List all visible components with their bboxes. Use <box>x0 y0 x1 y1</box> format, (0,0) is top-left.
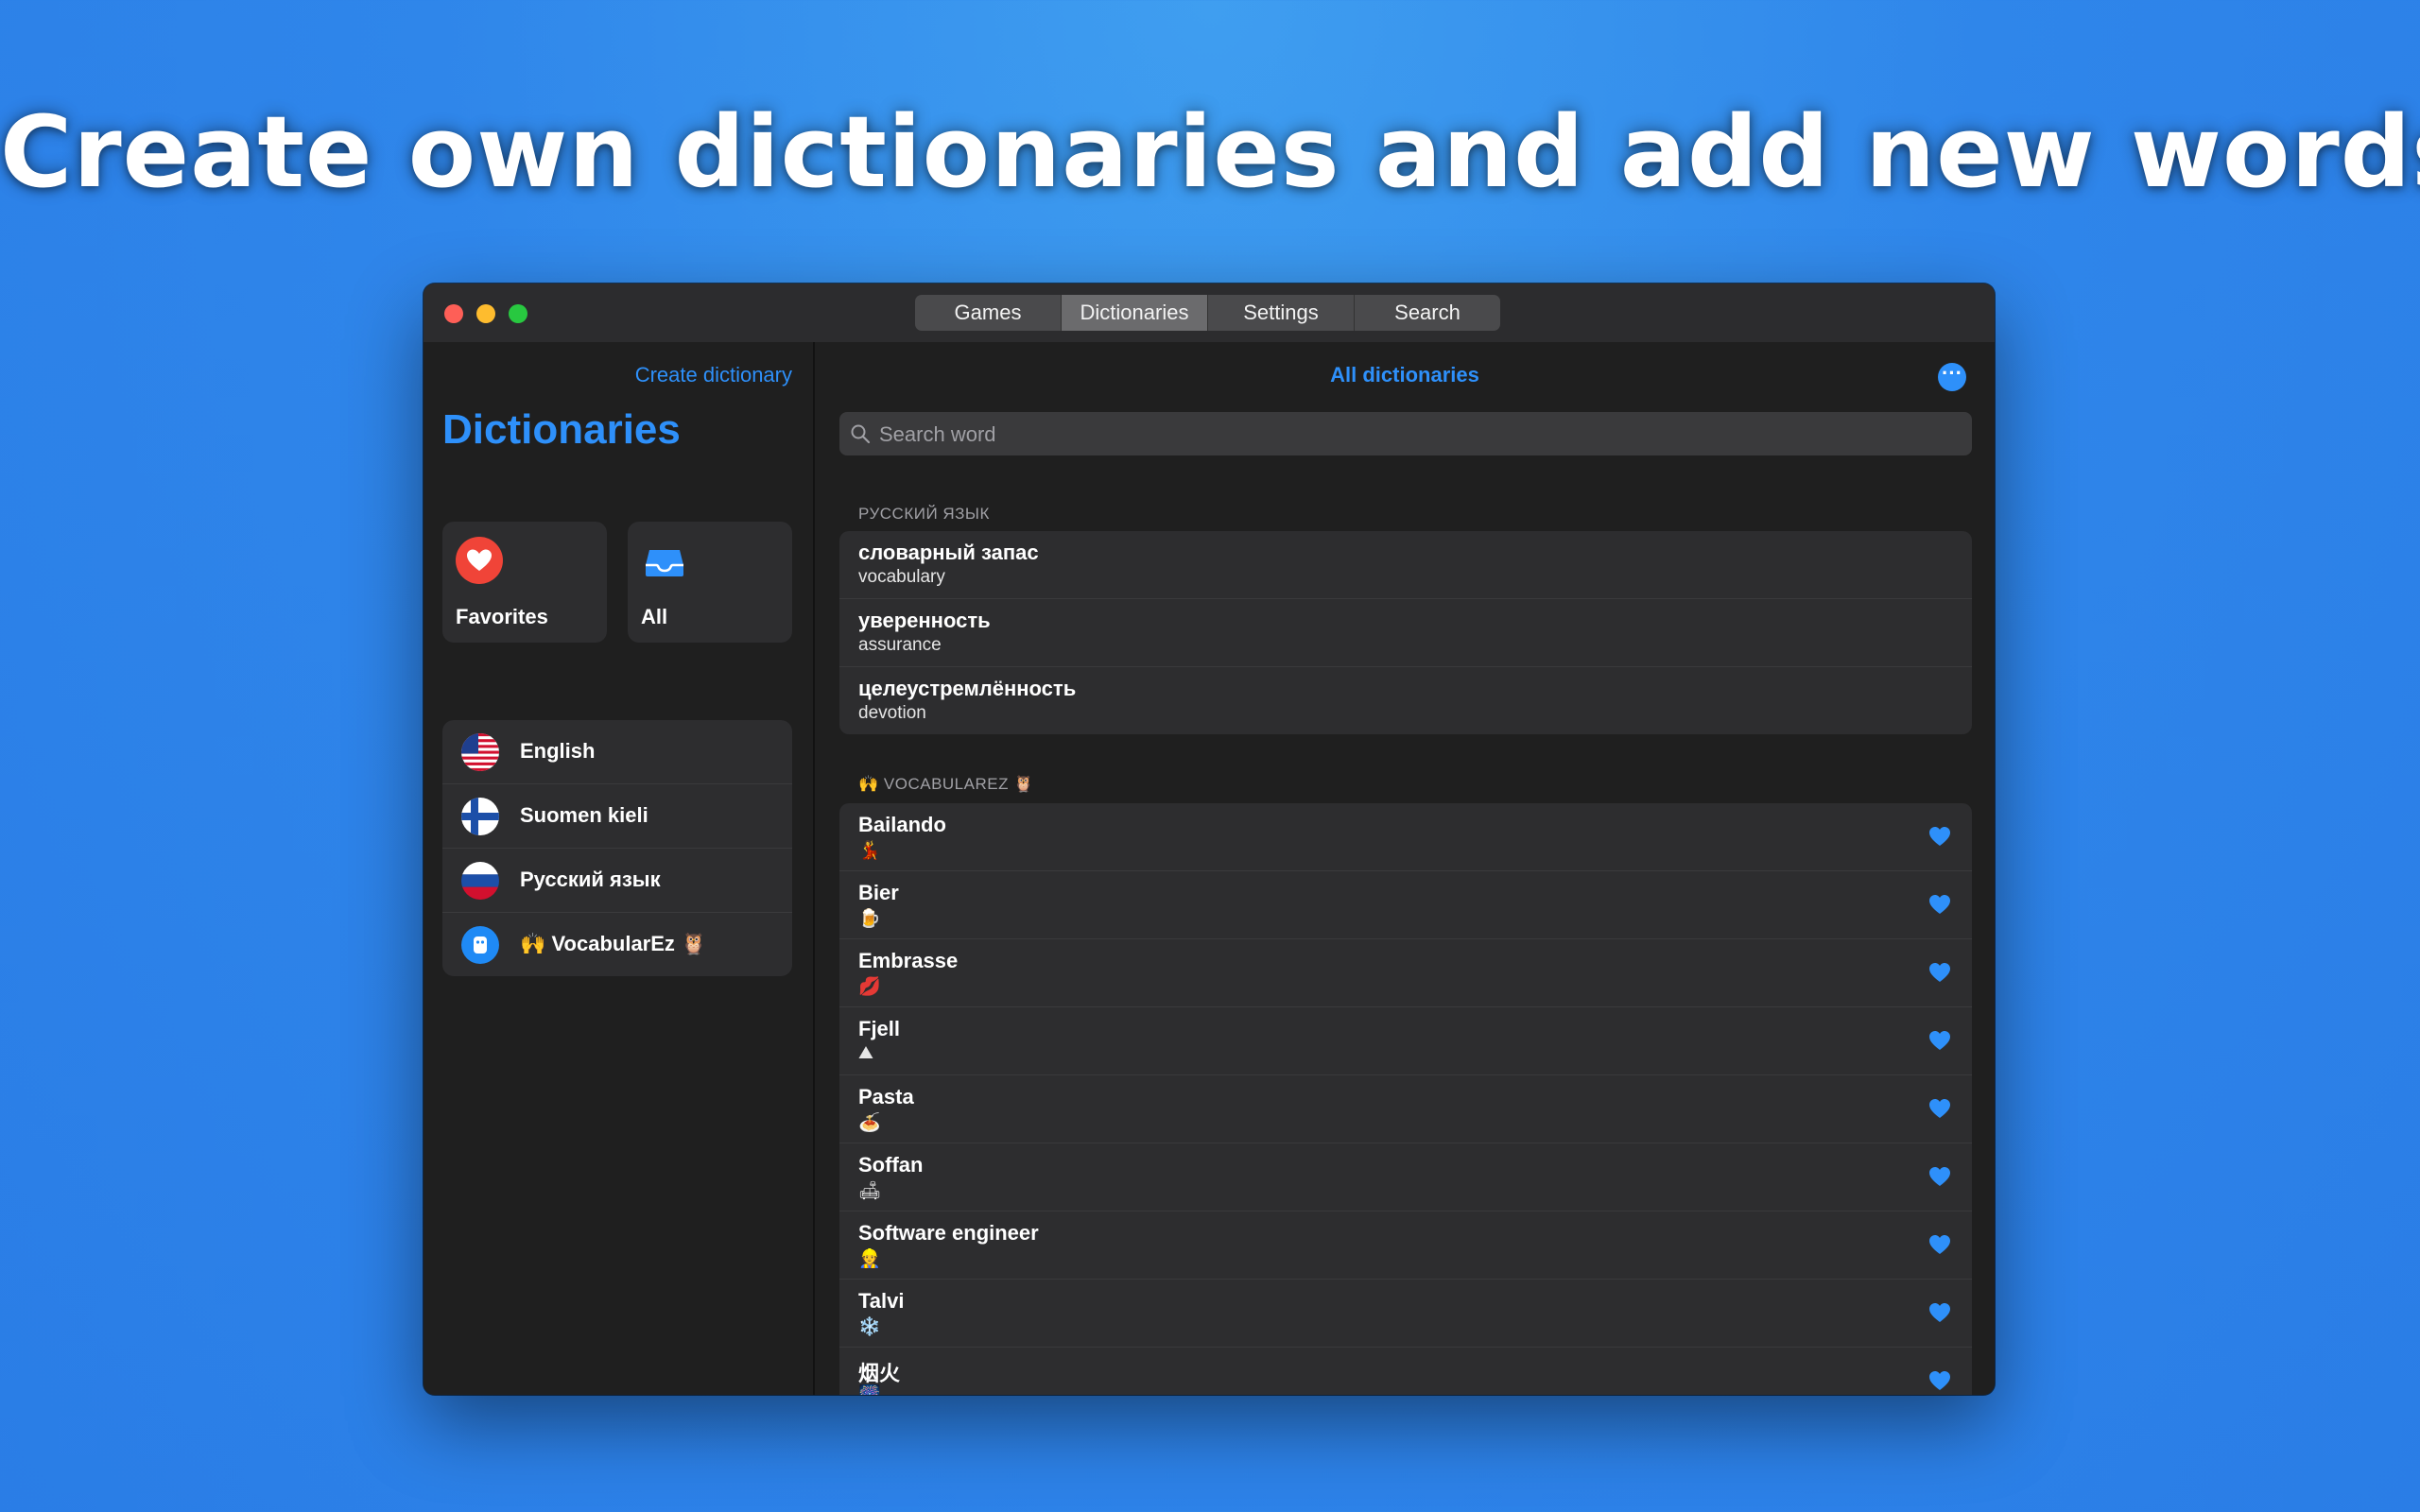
heart-icon[interactable] <box>1928 1302 1951 1323</box>
translation-text: 💋 <box>858 977 881 997</box>
translation-text: 🎆 <box>858 1383 881 1395</box>
titlebar: Games Dictionaries Settings Search <box>424 284 1995 343</box>
word-text: Bailando <box>858 813 946 836</box>
word-text: словарный запас <box>858 541 1039 564</box>
section-header-vocabularez: 🙌 VOCABULAREZ 🦉 <box>858 775 1034 793</box>
sidebar-item-english[interactable]: English <box>442 720 792 784</box>
us-flag-icon <box>461 733 499 771</box>
word-text: уверенность <box>858 609 991 632</box>
word-text: Fjell <box>858 1017 901 1040</box>
word-text: целеустремлённость <box>858 677 1077 700</box>
translation-text: assurance <box>858 635 942 655</box>
favorites-card[interactable]: Favorites <box>442 522 607 643</box>
russia-flag-icon <box>461 862 499 900</box>
heart-icon[interactable] <box>1928 1030 1951 1051</box>
heart-icon[interactable] <box>1928 1166 1951 1187</box>
favorites-label: Favorites <box>456 605 548 628</box>
translation-text: 🛋 <box>858 1181 882 1201</box>
list-item[interactable]: Bier 🍺 <box>839 871 1972 939</box>
heart-icon[interactable] <box>1928 1098 1951 1119</box>
heart-icon[interactable] <box>1928 962 1951 983</box>
all-label: All <box>641 605 668 628</box>
sidebar-item-label: Русский язык <box>520 868 661 891</box>
heart-icon[interactable] <box>1928 1234 1951 1255</box>
tab-settings[interactable]: Settings <box>1208 295 1355 331</box>
list-item[interactable]: Talvi ❄️ <box>839 1280 1972 1348</box>
word-text: Bier <box>858 881 899 904</box>
finland-flag-icon <box>461 798 499 835</box>
tray-icon <box>646 550 683 576</box>
sidebar: Create dictionary Dictionaries Favorites… <box>424 342 815 1395</box>
translation-text: 👷 <box>858 1249 881 1269</box>
word-text: Embrasse <box>858 949 959 972</box>
translation-text: ⛰ <box>858 1043 873 1063</box>
tab-games[interactable]: Games <box>915 295 1062 331</box>
main-title: All dictionaries <box>1330 363 1479 387</box>
heart-icon[interactable] <box>1928 1370 1951 1391</box>
list-item[interactable]: 烟火 🎆 <box>839 1348 1972 1395</box>
close-window-button[interactable] <box>444 304 463 323</box>
list-item[interactable]: целеустремлённость devotion <box>839 667 1972 734</box>
word-text: Pasta <box>858 1085 914 1108</box>
sidebar-item-finnish[interactable]: Suomen kieli <box>442 784 792 849</box>
list-item[interactable]: Embrasse 💋 <box>839 939 1972 1007</box>
vocabularez-words-list: Bailando 💃 Bier 🍺 Embrasse 💋 Fjell ⛰ Pas… <box>839 803 1972 1395</box>
app-window: Games Dictionaries Settings Search Creat… <box>424 284 1995 1395</box>
vocabularez-app-icon <box>461 926 499 964</box>
word-text: Soffan <box>858 1153 924 1177</box>
search-field[interactable] <box>839 412 1972 457</box>
all-card[interactable]: All <box>628 522 792 643</box>
sidebar-item-label: Suomen kieli <box>520 803 648 827</box>
language-list: English Suomen kieli Русский язык 🙌 Voca… <box>442 720 792 976</box>
list-item[interactable]: словарный запас vocabulary <box>839 531 1972 599</box>
translation-text: 🍺 <box>858 909 881 929</box>
list-item[interactable]: Software engineer 👷 <box>839 1211 1972 1280</box>
list-item[interactable]: Soffan 🛋 <box>839 1143 1972 1211</box>
minimize-window-button[interactable] <box>476 304 495 323</box>
heart-icon <box>456 537 503 584</box>
translation-text: devotion <box>858 703 926 723</box>
main-panel: All dictionaries ··· РУССКИЙ ЯЗЫК словар… <box>815 342 1995 1395</box>
list-item[interactable]: Bailando 💃 <box>839 803 1972 871</box>
headline: Create own dictionaries and add new word… <box>0 94 2420 210</box>
ellipsis-circle-icon[interactable]: ··· <box>1938 363 1966 391</box>
translation-text: 💃 <box>858 841 881 861</box>
search-icon <box>851 424 871 444</box>
list-item[interactable]: Pasta 🍝 <box>839 1075 1972 1143</box>
tab-bar: Games Dictionaries Settings Search <box>915 295 1500 331</box>
heart-icon[interactable] <box>1928 894 1951 915</box>
word-text: Talvi <box>858 1289 905 1313</box>
sidebar-title: Dictionaries <box>442 406 681 453</box>
sidebar-item-label: 🙌 VocabularEz 🦉 <box>520 932 707 955</box>
sidebar-item-russian[interactable]: Русский язык <box>442 849 792 913</box>
translation-text: 🍝 <box>858 1113 881 1133</box>
russian-words-list: словарный запас vocabulary уверенность a… <box>839 531 1972 734</box>
search-input[interactable] <box>877 412 1959 457</box>
tab-dictionaries[interactable]: Dictionaries <box>1062 295 1208 331</box>
list-item[interactable]: уверенность assurance <box>839 599 1972 667</box>
zoom-window-button[interactable] <box>509 304 527 323</box>
translation-text: vocabulary <box>858 567 945 587</box>
tab-search[interactable]: Search <box>1355 295 1500 331</box>
sidebar-item-label: English <box>520 739 596 763</box>
heart-icon[interactable] <box>1928 826 1951 847</box>
sidebar-item-vocabularez[interactable]: 🙌 VocabularEz 🦉 <box>442 913 792 976</box>
create-dictionary-link[interactable]: Create dictionary <box>635 363 792 387</box>
translation-text: ❄️ <box>858 1317 881 1337</box>
word-text: Software engineer <box>858 1221 1039 1245</box>
section-header-russian: РУССКИЙ ЯЗЫК <box>858 505 990 523</box>
list-item[interactable]: Fjell ⛰ <box>839 1007 1972 1075</box>
